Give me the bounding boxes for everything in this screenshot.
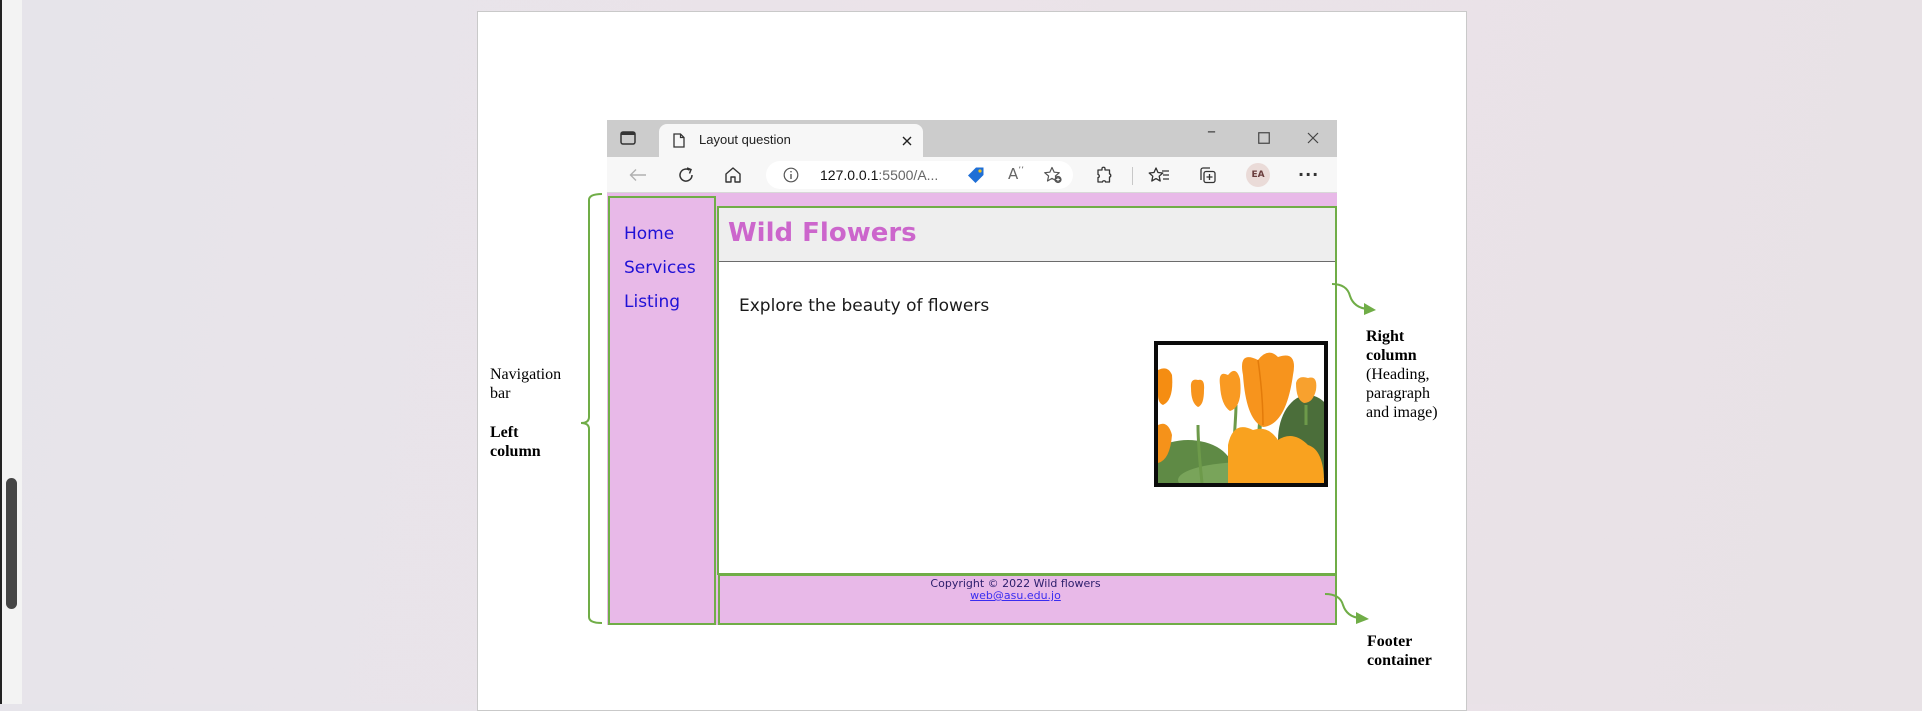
nav-link-home[interactable]: Home xyxy=(624,224,674,244)
flower-image xyxy=(1154,341,1328,487)
add-favorite-icon[interactable] xyxy=(1043,166,1063,184)
annotation-text: container xyxy=(1367,652,1432,669)
annotation-text: Footer xyxy=(1367,633,1413,650)
annotation-text: Navigation xyxy=(490,366,562,383)
favorites-icon[interactable] xyxy=(1148,166,1170,186)
nav-link-services[interactable]: Services xyxy=(624,258,696,278)
info-icon[interactable] xyxy=(783,167,799,183)
annotation-text: bar xyxy=(490,385,511,402)
maximize-icon[interactable] xyxy=(1258,132,1270,144)
extensions-icon[interactable] xyxy=(1095,166,1115,186)
annotation-text: (Heading, xyxy=(1366,366,1430,383)
profile-avatar[interactable]: EA xyxy=(1246,163,1270,187)
address-bar[interactable]: 127.0.0.1:5500/A... A’’ xyxy=(766,161,1073,189)
address-url[interactable]: 127.0.0.1:5500/A... xyxy=(820,167,938,183)
toolbar-separator xyxy=(1132,167,1133,185)
browser-tab-active[interactable]: Layout question xyxy=(659,124,923,157)
navigation-bar: Home Services Listing xyxy=(608,196,716,625)
refresh-icon[interactable] xyxy=(677,166,695,184)
annotation-left-column: Left column xyxy=(490,423,541,461)
sidebar-toggle-icon[interactable] xyxy=(620,131,636,145)
right-column: Wild Flowers Explore the beauty of flowe… xyxy=(717,206,1337,575)
collections-icon[interactable] xyxy=(1198,166,1218,186)
read-aloud-icon[interactable]: A’’ xyxy=(1008,167,1024,182)
tab-title: Layout question xyxy=(699,132,791,147)
page-header: Wild Flowers xyxy=(719,208,1335,262)
close-tab-icon[interactable] xyxy=(902,136,912,146)
annotation-text: paragraph xyxy=(1366,385,1430,402)
more-icon[interactable]: ··· xyxy=(1298,165,1319,184)
annotation-navigation-bar: Navigation bar xyxy=(490,365,561,403)
page-icon xyxy=(673,133,685,148)
minimize-icon[interactable]: – xyxy=(1207,121,1216,142)
poppy-flowers-illustration xyxy=(1158,345,1324,483)
annotation-text: Right xyxy=(1366,328,1405,345)
footer-container: Copyright © 2022 Wild flowers web@asu.ed… xyxy=(718,574,1337,625)
close-window-icon[interactable] xyxy=(1307,132,1319,144)
annotation-right-column: Right column (Heading, paragraph and ima… xyxy=(1366,327,1438,422)
scrollbar-thumb[interactable] xyxy=(6,478,17,609)
page-title: Wild Flowers xyxy=(728,218,917,248)
annotation-footer-container: Footer container xyxy=(1367,632,1432,670)
annotation-text: column xyxy=(490,443,541,460)
intro-paragraph: Explore the beauty of flowers xyxy=(739,296,990,316)
annotation-text: Left xyxy=(490,424,519,441)
nav-link-listing[interactable]: Listing xyxy=(624,292,680,312)
address-path: :5500/A... xyxy=(878,167,939,183)
home-icon[interactable] xyxy=(724,166,742,184)
annotation-text: column xyxy=(1366,347,1417,364)
address-host: 127.0.0.1 xyxy=(820,167,879,183)
back-icon[interactable] xyxy=(629,168,647,182)
coupon-tag-icon[interactable] xyxy=(967,166,985,184)
footer-email-link[interactable]: web@asu.edu.jo xyxy=(696,589,1335,602)
annotation-text: and image) xyxy=(1366,404,1438,421)
